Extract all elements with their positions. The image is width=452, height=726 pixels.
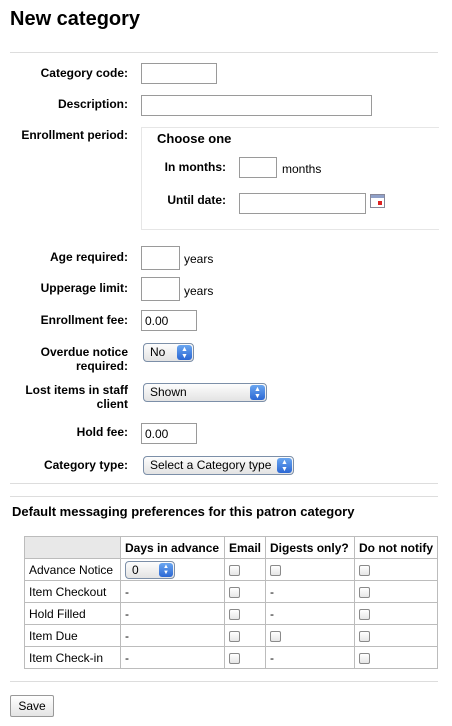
email-checkbox[interactable] (229, 586, 240, 598)
row-name: Hold Filled (24, 602, 121, 625)
category-type-value: Select a Category type (150, 458, 272, 472)
enrollment-period-legend: Choose one (157, 131, 232, 146)
do-not-notify-checkbox[interactable] (359, 630, 371, 642)
calendar-icon[interactable] (370, 194, 385, 208)
digest-cell (265, 624, 356, 647)
age-years-unit: years (184, 252, 214, 266)
table-header-digests: Digests only? (265, 536, 356, 559)
table-header-do-not-notify: Do not notify (354, 536, 438, 559)
table-header-blank (24, 536, 121, 559)
enrollment-fee-input[interactable] (141, 310, 197, 331)
do-not-notify-checkbox[interactable] (359, 652, 371, 664)
save-button[interactable]: Save (10, 695, 54, 717)
do-not-notify-checkbox[interactable] (359, 608, 371, 620)
do-not-notify-cell (354, 558, 438, 581)
months-unit-label: months (282, 162, 322, 176)
updown-arrows-icon: ▲ ▼ (159, 562, 173, 577)
row-name: Advance Notice (24, 558, 121, 581)
lost-items-label: Lost items in staff client (25, 383, 128, 411)
messaging-section-title: Default messaging preferences for this p… (12, 504, 355, 519)
upperage-limit-input[interactable] (141, 277, 180, 301)
digest-cell: - (265, 580, 356, 603)
hold-fee-label: Hold fee: (76, 425, 128, 439)
do-not-notify-checkbox[interactable] (359, 564, 371, 576)
email-checkbox[interactable] (229, 564, 240, 576)
row-name: Item Due (24, 624, 121, 647)
table-header-email: Email (223, 536, 267, 559)
page-title: New category (10, 8, 141, 30)
digest-cell: - (265, 602, 356, 625)
lost-items-value: Shown (150, 385, 187, 399)
days-in-advance-cell: - (120, 580, 225, 603)
overdue-notice-label: Overdue notice required: (40, 345, 128, 373)
upperage-years-unit: years (184, 284, 214, 298)
digest-checkbox[interactable] (270, 564, 282, 576)
lost-items-select[interactable]: Shown ▲ ▼ (143, 383, 267, 402)
row-name: Item Checkout (24, 580, 121, 603)
days-in-advance-cell: 0 ▲ ▼ (120, 558, 225, 581)
table-header-days: Days in advance (120, 536, 225, 559)
email-checkbox[interactable] (229, 630, 240, 642)
table-row: Advance Notice 0 ▲ ▼ (24, 558, 438, 581)
overdue-notice-value: No (150, 345, 166, 359)
days-in-advance-cell: - (120, 602, 225, 625)
email-cell (223, 558, 267, 581)
age-required-label: Age required: (49, 250, 128, 264)
overdue-notice-select[interactable]: No ▲ ▼ (143, 343, 194, 362)
bottom-divider (10, 681, 438, 682)
messaging-preferences-table: Days in advance Email Digests only? Do n… (24, 536, 438, 669)
days-in-advance-select[interactable]: 0 ▲ ▼ (125, 560, 175, 579)
in-months-input[interactable] (239, 157, 277, 178)
do-not-notify-checkbox[interactable] (359, 586, 371, 598)
digest-cell: - (265, 646, 356, 669)
email-cell (223, 646, 267, 669)
do-not-notify-cell (354, 624, 438, 647)
table-row: Item Due - (24, 624, 438, 647)
do-not-notify-cell (354, 646, 438, 669)
digest-cell (265, 558, 356, 581)
upperage-limit-label: Upperage limit: (40, 281, 128, 295)
do-not-notify-cell (354, 602, 438, 625)
email-cell (223, 624, 267, 647)
category-code-input[interactable] (141, 63, 217, 84)
digest-checkbox[interactable] (270, 630, 282, 642)
email-cell (223, 580, 267, 603)
row-name: Item Check-in (24, 646, 121, 669)
updown-arrows-icon: ▲ ▼ (250, 385, 265, 400)
email-cell (223, 602, 267, 625)
description-label: Description: (57, 97, 128, 111)
table-row: Hold Filled - - (24, 602, 438, 625)
table-header-row: Days in advance Email Digests only? Do n… (24, 536, 438, 559)
table-row: Item Check-in - - (24, 646, 438, 669)
category-form: Category code: Description: Enrollment p… (10, 52, 439, 484)
days-in-advance-cell: - (120, 646, 225, 669)
category-type-select[interactable]: Select a Category type ▲ ▼ (143, 456, 294, 475)
in-months-label: In months: (164, 160, 226, 174)
updown-arrows-icon: ▲ ▼ (177, 345, 192, 360)
days-in-advance-value: 0 (132, 562, 139, 577)
description-input[interactable] (141, 95, 372, 116)
until-date-label: Until date: (167, 193, 226, 207)
age-required-input[interactable] (141, 246, 180, 270)
table-row: Item Checkout - - (24, 580, 438, 603)
email-checkbox[interactable] (229, 608, 240, 620)
days-in-advance-cell: - (120, 624, 225, 647)
category-code-label: Category code: (40, 66, 128, 80)
do-not-notify-cell (354, 580, 438, 603)
hold-fee-input[interactable] (141, 423, 197, 444)
section-divider (10, 496, 438, 497)
enrollment-period-label: Enrollment period: (21, 128, 128, 142)
enrollment-fee-label: Enrollment fee: (40, 313, 128, 327)
email-checkbox[interactable] (229, 652, 240, 664)
updown-arrows-icon: ▲ ▼ (277, 458, 292, 473)
category-type-label: Category type: (43, 458, 128, 472)
until-date-input[interactable] (239, 193, 366, 214)
